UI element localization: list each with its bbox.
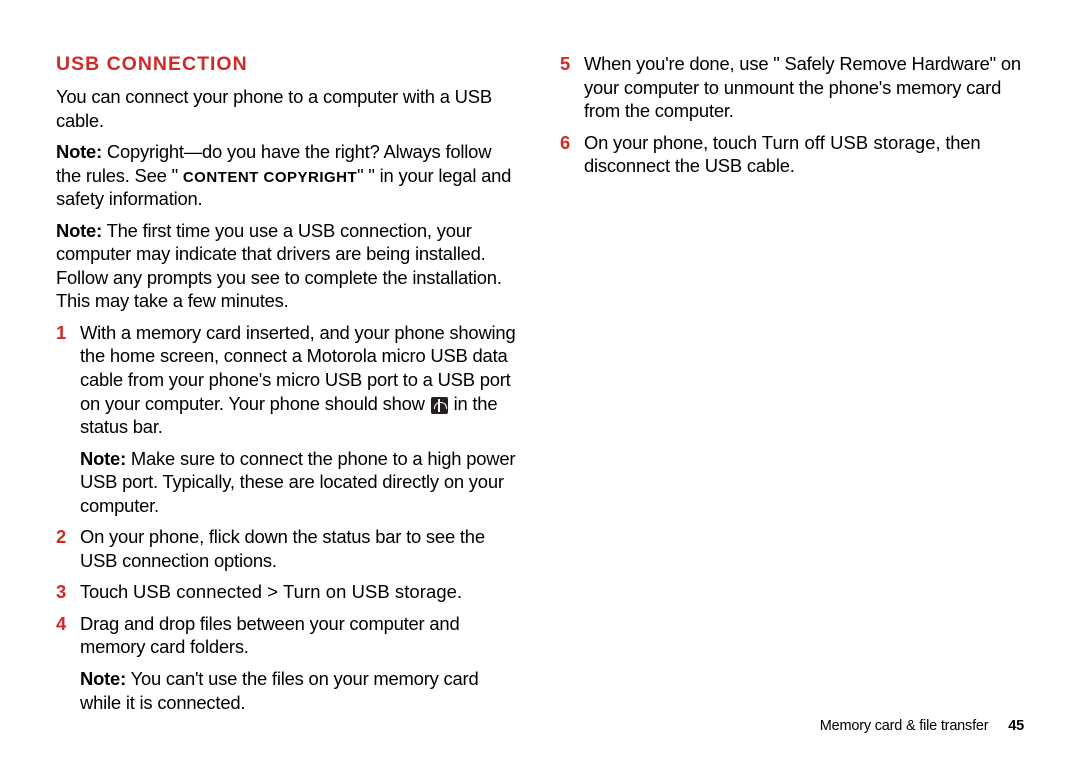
step-item: 3 Touch USB connected > Turn on USB stor… (56, 580, 520, 604)
note-label: Note: (56, 141, 102, 162)
subnote-text: Make sure to connect the phone to a high… (80, 448, 515, 516)
content-copyright-ref: CONTENT COPYRIGHT (183, 169, 357, 186)
step-body: When you're done, use " Safely Remove Ha… (584, 52, 1024, 123)
step-text-a: On your phone, touch (584, 132, 762, 153)
step-item: 1 With a memory card inserted, and your … (56, 321, 520, 517)
note-label: Note: (56, 220, 102, 241)
touch-command: Turn off USB storage (762, 132, 936, 153)
step-item: 2 On your phone, flick down the status b… (56, 525, 520, 572)
step-subnote: Note: Make sure to connect the phone to … (80, 447, 520, 518)
step-number: 1 (56, 321, 80, 517)
note-label: Note: (80, 668, 126, 689)
step-text-a: Touch (80, 581, 133, 602)
subnote-text: You can't use the files on your memory c… (80, 668, 479, 713)
step-body: With a memory card inserted, and your ph… (80, 321, 520, 517)
note-label: Note: (80, 448, 126, 469)
note-copyright: Note: Copyright—do you have the right? A… (56, 140, 520, 211)
step-subnote: Note: You can't use the files on your me… (80, 667, 520, 714)
step-number: 4 (56, 612, 80, 714)
step-text-a: When you're done, use " Safely Remove Ha… (584, 53, 1021, 121)
step-text-a: Drag and drop files between your compute… (80, 613, 459, 658)
step-number: 3 (56, 580, 80, 604)
touch-command: USB connected > Turn on USB storage (133, 581, 457, 602)
step-item: 5 When you're done, use " Safely Remove … (560, 52, 1024, 123)
step-number: 6 (560, 131, 584, 178)
note-text: The first time you use a USB connection,… (56, 220, 502, 312)
usb-icon (431, 397, 448, 414)
page-footer: Memory card & file transfer 45 (820, 717, 1024, 736)
step-number: 2 (56, 525, 80, 572)
right-column: 5 When you're done, use " Safely Remove … (560, 52, 1024, 722)
footer-section-name: Memory card & file transfer (820, 718, 989, 734)
step-body: On your phone, flick down the status bar… (80, 525, 520, 572)
step-text-a: On your phone, flick down the status bar… (80, 526, 485, 571)
intro-paragraph: You can connect your phone to a computer… (56, 85, 520, 132)
step-body: On your phone, touch Turn off USB storag… (584, 131, 1024, 178)
section-heading: USB CONNECTION (56, 52, 520, 77)
page-columns: USB CONNECTION You can connect your phon… (56, 52, 1024, 722)
step-number: 5 (560, 52, 584, 123)
left-column: USB CONNECTION You can connect your phon… (56, 52, 520, 722)
note-drivers: Note: The first time you use a USB conne… (56, 219, 520, 313)
step-body: Touch USB connected > Turn on USB storag… (80, 580, 520, 604)
step-item: 6 On your phone, touch Turn off USB stor… (560, 131, 1024, 178)
step-body: Drag and drop files between your compute… (80, 612, 520, 714)
page-number: 45 (1008, 718, 1024, 734)
step-item: 4 Drag and drop files between your compu… (56, 612, 520, 714)
step-text-b: . (457, 581, 462, 602)
